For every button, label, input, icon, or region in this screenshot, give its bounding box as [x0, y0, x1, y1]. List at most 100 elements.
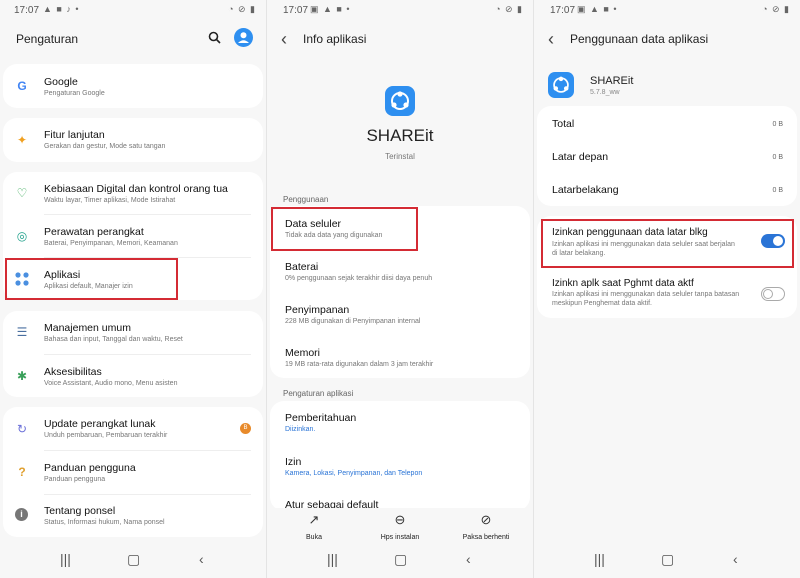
manual-icon: ?	[18, 465, 26, 479]
settings-item-label: Izin	[285, 456, 302, 468]
uninstall-button[interactable]: ⊖ Hps instalan	[360, 512, 440, 541]
open-button[interactable]: ↗ Buka	[274, 512, 354, 541]
system-icons: ◔ ⊘ ▮	[495, 4, 523, 14]
notification-icons: ▣ ▲ ■ •	[310, 4, 351, 14]
settings-item-label: Perawatan perangkat	[44, 226, 144, 238]
home-icon[interactable]: ▢	[661, 551, 674, 568]
app-name: SHAREit	[366, 126, 434, 145]
data-usage-card: Total 0 B Latar depan 0 B Latarbelakang …	[537, 106, 797, 206]
recents-icon[interactable]: |||	[594, 551, 605, 567]
settings-item-sub: Diizinkan.	[285, 426, 316, 433]
settings-item-general-management[interactable]: ☰ Manajemen umum Bahasa dan input, Tangg…	[3, 311, 263, 354]
home-icon[interactable]: ▢	[127, 551, 140, 568]
usage-value: 0 B	[772, 187, 783, 194]
usage-item-battery[interactable]: Baterai 0% penggunaan sejak terakhir dii…	[270, 249, 530, 292]
settings-item-sub: Unduh pembaruan, Pembaruan terakhir	[44, 432, 168, 439]
profile-avatar-icon[interactable]	[234, 28, 253, 47]
nav-bar: ||| ▢ ‹	[267, 542, 533, 578]
toggle-sub: Izinkan aplikasi ini menggunakan data se…	[552, 291, 740, 298]
usage-item-label: Memori	[285, 347, 321, 359]
shareit-app-icon	[548, 72, 574, 98]
highlight-box	[541, 219, 794, 268]
sliders-icon: ☰	[16, 325, 28, 339]
settings-item-sub: Bahasa dan input, Tanggal dan waktu, Res…	[44, 336, 183, 343]
settings-item-device-care[interactable]: ◎ Perawatan perangkat Baterai, Penyimpan…	[3, 215, 263, 257]
app-version: 5.7.8_ww	[590, 89, 620, 96]
settings-item-sub: Panduan pengguna	[44, 476, 106, 483]
settings-item-advanced-features[interactable]: ✦ Fitur lanjutan Gerakan dan gestur, Mod…	[3, 118, 263, 162]
notification-icons: ▣ ▲ ■ •	[577, 4, 618, 14]
notification-icons: ▲ ■ ♪ •	[43, 4, 80, 14]
force-stop-label: Paksa berhenti	[462, 534, 510, 541]
force-stop-button[interactable]: ⊘ Paksa berhenti	[446, 512, 526, 541]
status-bar: 17:07 ▲ ■ ♪ • ◔ ⊘ ▮	[0, 0, 266, 22]
usage-value: 0 B	[772, 154, 783, 161]
gear-plus-icon: ✦	[16, 133, 28, 147]
settings-item-user-manual[interactable]: ? Panduan pengguna Panduan pengguna	[3, 451, 263, 494]
section-header-app-settings: Pengaturan aplikasi	[283, 389, 354, 398]
back-icon[interactable]: ‹	[466, 551, 471, 567]
settings-screen: 17:07 ▲ ■ ♪ • ◔ ⊘ ▮ Pengaturan G Google …	[0, 0, 266, 578]
update-badge: B	[240, 423, 251, 434]
settings-item-sub: Kamera, Lokasi, Penyimpanan, dan Telepon	[285, 470, 423, 477]
home-icon[interactable]: ▢	[394, 551, 407, 568]
usage-label: Latar depan	[552, 151, 609, 163]
uninstall-label: Hps instalan	[380, 534, 420, 541]
settings-item-sub: Pengaturan Google	[44, 90, 105, 97]
toggle-sub: meskipun Penghemat data aktif.	[552, 300, 653, 307]
settings-item-software-update[interactable]: ↻ Update perangkat lunak Unduh pembaruan…	[3, 407, 263, 450]
settings-item-permissions[interactable]: Izin Kamera, Lokasi, Penyimpanan, dan Te…	[270, 444, 530, 487]
settings-item-label: Manajemen umum	[44, 322, 131, 334]
search-icon[interactable]	[208, 31, 221, 44]
usage-row-total: Total 0 B	[537, 106, 797, 139]
settings-card-google: G Google Pengaturan Google	[3, 64, 263, 108]
data-saver-toggle[interactable]	[761, 287, 785, 301]
usage-item-label: Penyimpanan	[285, 304, 350, 316]
uninstall-icon: ⊖	[394, 512, 406, 527]
usage-item-storage[interactable]: Penyimpanan 228 MB digunakan di Penyimpa…	[270, 292, 530, 335]
usage-label: Total	[552, 118, 575, 130]
info-icon: i	[15, 508, 28, 521]
app-data-usage-screen: 17:07 ▣ ▲ ■ • ◔ ⊘ ▮ ‹ Penggunaan data ap…	[534, 0, 800, 578]
recents-icon[interactable]: |||	[60, 551, 71, 567]
settings-item-label: Tentang ponsel	[44, 505, 116, 517]
recents-icon[interactable]: |||	[327, 551, 338, 567]
highlight-box	[5, 258, 178, 300]
toggle-row-data-saver[interactable]: Izinkn aplk saat Pghmt data aktf Izinkan…	[537, 268, 797, 318]
settings-card-group: ↻ Update perangkat lunak Unduh pembaruan…	[3, 407, 263, 537]
settings-item-notifications[interactable]: Pemberitahuan Diizinkan.	[270, 401, 530, 444]
app-install-status: Terinstal	[385, 152, 415, 161]
back-icon[interactable]: ‹	[733, 551, 738, 567]
settings-item-sub: Baterai, Penyimpanan, Memori, Keamanan	[44, 240, 178, 247]
page-title: Pengaturan	[16, 32, 79, 46]
settings-item-label: Panduan pengguna	[44, 462, 136, 474]
header: Pengaturan	[0, 22, 266, 56]
accessibility-icon: ✱	[16, 369, 28, 383]
nav-bar: ||| ▢ ‹	[534, 542, 800, 578]
settings-item-google[interactable]: G Google Pengaturan Google	[3, 64, 263, 108]
status-bar: 17:07 ▣ ▲ ■ • ◔ ⊘ ▮	[267, 0, 533, 22]
app-info-screen: 17:07 ▣ ▲ ■ • ◔ ⊘ ▮ ‹ Info aplikasi SHAR…	[267, 0, 533, 578]
highlight-box	[271, 207, 418, 251]
back-arrow-icon[interactable]: ‹	[548, 29, 554, 50]
settings-item-accessibility[interactable]: ✱ Aksesibilitas Voice Assistant, Audio m…	[3, 355, 263, 397]
settings-item-digital-wellbeing[interactable]: ♡ Kebiasaan Digital dan kontrol orang tu…	[3, 172, 263, 214]
usage-item-sub: 0% penggunaan sejak terakhir diisi daya …	[285, 275, 433, 282]
header: ‹ Penggunaan data aplikasi	[534, 22, 800, 56]
usage-item-memory[interactable]: Memori 19 MB rata-rata digunakan dalam 3…	[270, 335, 530, 378]
settings-item-label: Google	[44, 76, 78, 88]
system-icons: ◔ ⊘ ▮	[762, 4, 790, 14]
settings-card-advanced: ✦ Fitur lanjutan Gerakan dan gestur, Mod…	[3, 118, 263, 162]
force-stop-icon: ⊘	[480, 512, 492, 527]
toggle-label: Izinkn aplk saat Pghmt data aktf	[552, 278, 694, 289]
usage-row-foreground: Latar depan 0 B	[537, 139, 797, 172]
settings-item-about-phone[interactable]: i Tentang ponsel Status, Informasi hukum…	[3, 495, 263, 537]
shareit-app-icon	[385, 86, 415, 116]
back-icon[interactable]: ‹	[199, 551, 204, 567]
settings-item-label: Update perangkat lunak	[44, 418, 156, 430]
settings-card-group: ☰ Manajemen umum Bahasa dan input, Tangg…	[3, 311, 263, 397]
usage-row-background: Latarbelakang 0 B	[537, 172, 797, 206]
usage-item-sub: 228 MB digunakan di Penyimpanan internal	[285, 318, 421, 325]
back-arrow-icon[interactable]: ‹	[281, 29, 287, 50]
settings-item-sub: Waktu layar, Timer aplikasi, Mode Istira…	[44, 197, 176, 204]
